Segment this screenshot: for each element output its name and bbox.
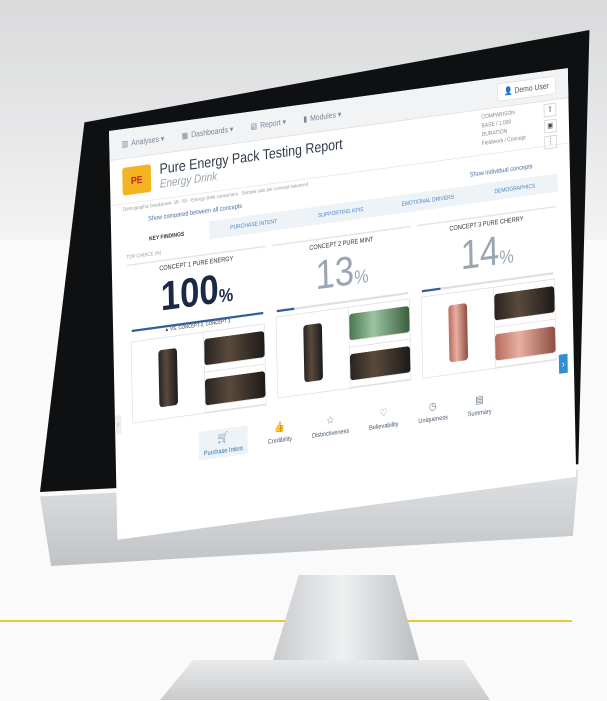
star-icon: ☆	[326, 413, 335, 427]
nav-label: Report ▾	[260, 117, 287, 130]
carousel-prev-button[interactable]: ‹	[114, 414, 122, 435]
metric-label: Purchase Intent	[203, 444, 244, 457]
pack-main	[276, 307, 351, 398]
percent-value: 13	[314, 246, 355, 299]
metric-distinctiveness[interactable]: ☆ Distinctiveness	[312, 411, 350, 445]
monitor-stand-base	[160, 660, 490, 700]
grid-icon: ▦	[181, 130, 189, 141]
pack-images	[130, 323, 267, 424]
metric-believability[interactable]: ♡ Believability	[369, 405, 399, 438]
thumb-icon: 👍	[274, 420, 286, 434]
monitor-screen: ▥ Analyses ▾ ▦ Dashboards ▾ ▤ Report ▾ ▮ Mod…	[97, 53, 577, 540]
nav-label: Dashboards ▾	[191, 124, 234, 140]
heart-icon: ♡	[379, 406, 388, 419]
metric-label: Summary	[467, 407, 492, 418]
metric-uniqueness[interactable]: ◷ Uniqueness	[418, 398, 448, 431]
percent-value: 14	[460, 226, 500, 279]
pack-main	[131, 332, 206, 423]
can-image	[448, 303, 469, 363]
user-menu[interactable]: 👤 Demo User	[496, 75, 556, 102]
pack-detail	[494, 319, 556, 368]
concept-card[interactable]: CONCEPT 1 PURE ENERGY 100% ▲ VS. CONCEPT…	[126, 245, 269, 424]
cart-icon: 🛒	[217, 430, 229, 445]
save-icon[interactable]: ▣	[544, 118, 557, 134]
nav-label: Modules ▾	[310, 109, 342, 123]
percent-sign: %	[499, 244, 514, 269]
percent-sign: %	[218, 283, 234, 307]
concept-card[interactable]: CONCEPT 2 PURE MINT 13%	[271, 225, 414, 404]
nav-modules[interactable]: ▮ Modules ▾	[303, 109, 341, 124]
metric-credibility[interactable]: 👍 Credibility	[267, 419, 293, 451]
document-icon: ▤	[250, 121, 258, 131]
clock-icon: ◷	[428, 399, 437, 413]
can-image	[303, 322, 324, 383]
share-icon[interactable]: ⇪	[543, 102, 557, 118]
nav-label: Analyses ▾	[131, 134, 165, 148]
can-image	[495, 325, 556, 361]
percent-sign: %	[354, 264, 369, 289]
user-label: Demo User	[514, 81, 549, 95]
concept-card[interactable]: CONCEPT 3 PURE CHERRY 14%	[416, 205, 559, 385]
pack-main	[421, 287, 496, 378]
brand-logo: PE	[122, 163, 152, 196]
nav-dashboards[interactable]: ▦ Dashboards ▾	[182, 124, 234, 141]
carousel-next-button[interactable]: ›	[558, 353, 568, 374]
can-image	[494, 285, 555, 321]
metric-label: Credibility	[267, 434, 293, 446]
can-image	[349, 345, 411, 381]
metric-label: Uniqueness	[418, 413, 448, 425]
pack-detail	[349, 339, 411, 388]
percent-value: 100	[160, 265, 220, 320]
can-image	[204, 330, 265, 366]
can-image	[204, 370, 266, 406]
report-meta: COMPARISON BASE / 1,000 DURATION Fieldwo…	[481, 107, 526, 148]
report-app: ▥ Analyses ▾ ▦ Dashboards ▾ ▤ Report ▾ ▮ Mod…	[109, 68, 577, 540]
pack-images	[275, 298, 412, 399]
logo-text: PE	[130, 172, 143, 187]
can-image	[158, 347, 179, 408]
metric-summary[interactable]: ▤ Summary	[467, 392, 492, 424]
can-image	[349, 305, 410, 341]
nav-report[interactable]: ▤ Report ▾	[251, 117, 287, 131]
metric-label: Distinctiveness	[311, 426, 350, 440]
chart-icon: ▥	[121, 139, 129, 149]
bar-icon: ▮	[303, 114, 308, 124]
pack-images	[420, 278, 557, 379]
user-icon: 👤	[503, 86, 515, 97]
nav-analyses[interactable]: ▥ Analyses ▾	[121, 133, 165, 149]
header-actions: ⇪ ▣ ⋮	[543, 102, 558, 150]
summary-icon: ▤	[475, 392, 484, 406]
metric-purchase-intent[interactable]: 🛒 Purchase Intent	[198, 425, 249, 461]
pack-detail	[204, 364, 266, 413]
metric-label: Believability	[369, 420, 399, 432]
more-icon[interactable]: ⋮	[544, 134, 558, 150]
